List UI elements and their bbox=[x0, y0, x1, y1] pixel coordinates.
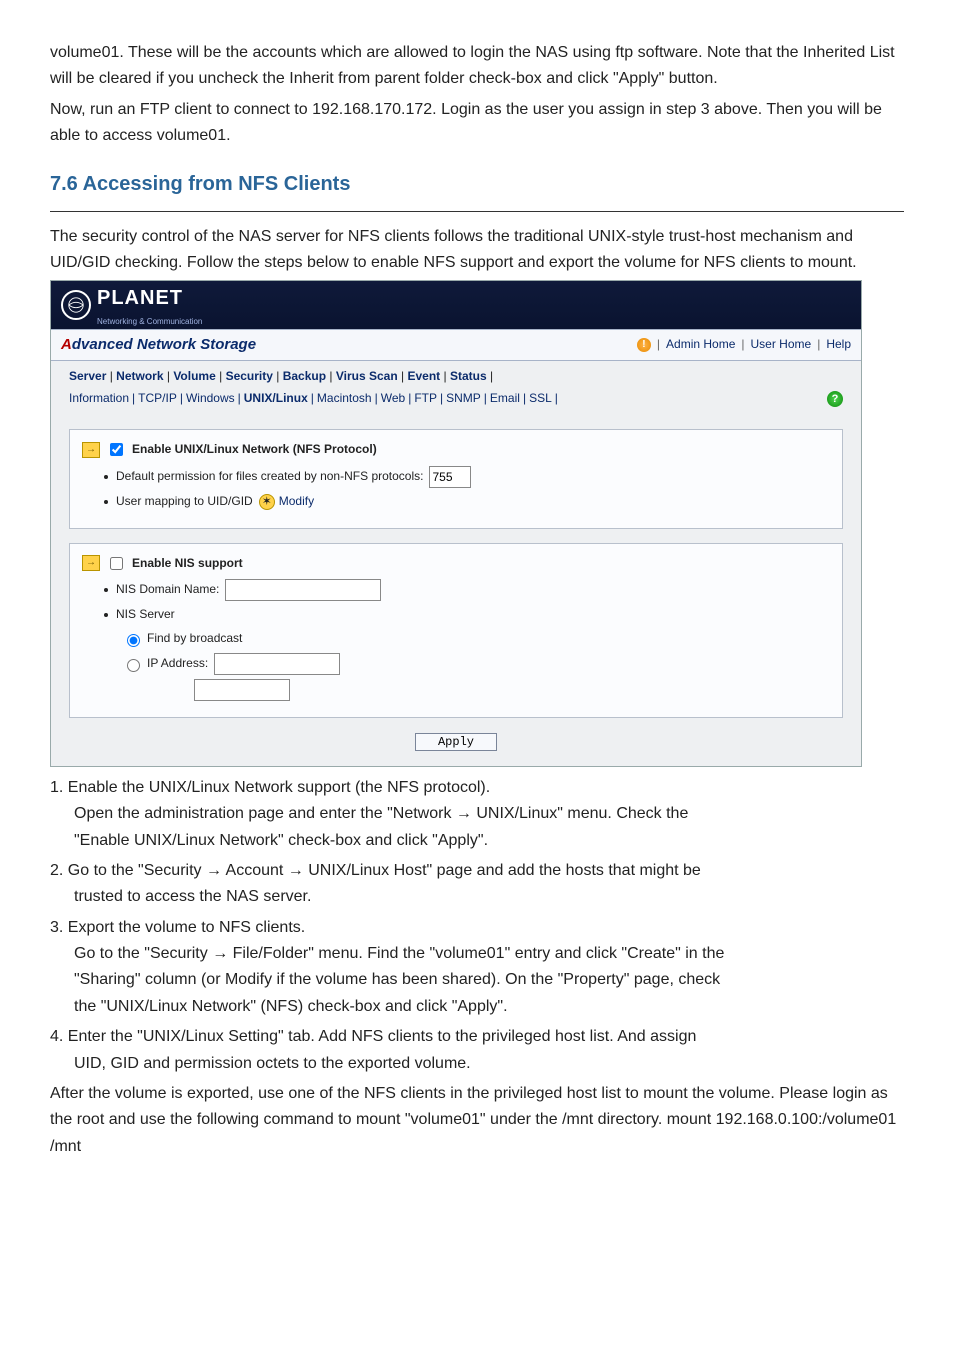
step-2-heading: 2. Go to the "Security → Account → UNIX/… bbox=[50, 862, 701, 879]
logo-icon bbox=[61, 290, 91, 320]
app-screenshot: PLANET Networking & Communication Advanc… bbox=[50, 280, 862, 766]
step-1-line-a: Open the administration page and enter t… bbox=[50, 801, 904, 827]
step-3-line-a: Go to the "Security → File/Folder" menu.… bbox=[50, 941, 904, 967]
step-3-line-b: "Sharing" column (or Modify if the volum… bbox=[50, 967, 904, 993]
label-ip-address: IP Address: bbox=[147, 654, 208, 674]
bullet-icon bbox=[104, 475, 108, 479]
subtab-web[interactable]: Web bbox=[381, 389, 405, 409]
subtab-tcpip[interactable]: TCP/IP bbox=[138, 389, 177, 409]
gear-icon: ✶ bbox=[259, 494, 275, 510]
link-admin-home[interactable]: Admin Home bbox=[666, 335, 735, 355]
separator: | bbox=[817, 335, 820, 355]
step-1-line-b: "Enable UNIX/Linux Network" check-box an… bbox=[50, 828, 904, 854]
separator: | bbox=[741, 335, 744, 355]
section-heading: 7.6 Accessing from NFS Clients bbox=[50, 168, 904, 205]
input-ip-address[interactable] bbox=[214, 653, 340, 675]
input-nis-domain[interactable] bbox=[225, 579, 381, 601]
subtab-ftp[interactable]: FTP bbox=[414, 389, 437, 409]
intro-paragraph-1: volume01. These will be the accounts whi… bbox=[50, 40, 904, 93]
label-default-permission: Default permission for files created by … bbox=[116, 467, 423, 487]
checkbox-enable-nis[interactable] bbox=[110, 557, 123, 570]
app-title: Advanced Network Storage bbox=[61, 333, 256, 358]
step-1-heading: 1. Enable the UNIX/Linux Network support… bbox=[50, 779, 490, 796]
link-user-home[interactable]: User Home bbox=[751, 335, 812, 355]
intro-paragraph-2: Now, run an FTP client to connect to 192… bbox=[50, 97, 904, 150]
tab-network[interactable]: Network bbox=[116, 369, 163, 383]
nav-tabs: Server | Network | Volume | Security | B… bbox=[51, 361, 861, 411]
apply-button[interactable]: Apply bbox=[415, 733, 497, 751]
tab-virus-scan[interactable]: Virus Scan bbox=[336, 369, 398, 383]
tab-volume[interactable]: Volume bbox=[173, 369, 215, 383]
brand-text: PLANET bbox=[97, 287, 183, 309]
label-uid-gid-mapping: User mapping to UID/GID bbox=[116, 492, 253, 512]
subtab-snmp[interactable]: SNMP bbox=[446, 389, 481, 409]
subtab-ssl[interactable]: SSL bbox=[529, 389, 552, 409]
step-3-line-c: the "UNIX/Linux Network" (NFS) check-box… bbox=[50, 994, 904, 1020]
panel-nis-title: Enable NIS support bbox=[132, 554, 243, 574]
step-4-line-a: UID, GID and permission octets to the ex… bbox=[50, 1051, 904, 1077]
subtab-information[interactable]: Information bbox=[69, 389, 129, 409]
bullet-icon bbox=[104, 613, 108, 617]
panel-nis: → Enable NIS support NIS Domain Name: NI… bbox=[69, 543, 843, 718]
input-ip-address-extra[interactable] bbox=[194, 679, 290, 701]
nav-secondary: Information| TCP/IP| Windows| UNIX/Linux… bbox=[69, 389, 843, 409]
subtab-windows[interactable]: Windows bbox=[186, 389, 235, 409]
brand-subtext: Networking & Communication bbox=[97, 315, 202, 328]
separator: | bbox=[657, 335, 660, 355]
subtab-unix-linux[interactable]: UNIX/Linux bbox=[244, 389, 308, 409]
app-title-accent: A bbox=[61, 336, 72, 353]
checkbox-enable-nfs[interactable] bbox=[110, 443, 123, 456]
bullet-icon bbox=[104, 588, 108, 592]
tab-security[interactable]: Security bbox=[226, 369, 273, 383]
subtab-email[interactable]: Email bbox=[490, 389, 520, 409]
tab-server[interactable]: Server bbox=[69, 369, 106, 383]
step-3-heading: 3. Export the volume to NFS clients. bbox=[50, 919, 305, 936]
input-default-permission[interactable] bbox=[429, 466, 471, 488]
context-help-icon[interactable]: ? bbox=[827, 391, 843, 407]
tab-backup[interactable]: Backup bbox=[283, 369, 326, 383]
panel-nfs-title: Enable UNIX/Linux Network (NFS Protocol) bbox=[132, 440, 377, 460]
arrow-icon: → bbox=[82, 442, 100, 458]
section-intro: The security control of the NAS server f… bbox=[50, 224, 904, 277]
nav-primary: Server | Network | Volume | Security | B… bbox=[69, 367, 843, 387]
bullet-icon bbox=[104, 500, 108, 504]
link-help[interactable]: Help bbox=[826, 335, 851, 355]
label-nis-server: NIS Server bbox=[116, 605, 175, 625]
form-area: → Enable UNIX/Linux Network (NFS Protoco… bbox=[51, 411, 861, 766]
steps-list: 1. Enable the UNIX/Linux Network support… bbox=[50, 775, 904, 1077]
section-rule bbox=[50, 211, 904, 212]
link-modify-mapping[interactable]: Modify bbox=[279, 492, 314, 512]
step-4-heading: 4. Enter the "UNIX/Linux Setting" tab. A… bbox=[50, 1028, 696, 1045]
tab-event[interactable]: Event bbox=[407, 369, 440, 383]
radio-find-broadcast[interactable] bbox=[127, 634, 140, 647]
subtab-macintosh[interactable]: Macintosh bbox=[317, 389, 372, 409]
tab-status[interactable]: Status bbox=[450, 369, 487, 383]
label-nis-domain: NIS Domain Name: bbox=[116, 580, 219, 600]
label-find-broadcast: Find by broadcast bbox=[147, 629, 242, 649]
panel-nfs: → Enable UNIX/Linux Network (NFS Protoco… bbox=[69, 429, 843, 529]
step-2-line-a: trusted to access the NAS server. bbox=[50, 884, 904, 910]
app-titlebar: Advanced Network Storage ! | Admin Home … bbox=[51, 329, 861, 361]
alert-icon[interactable]: ! bbox=[637, 338, 651, 352]
radio-ip-address[interactable] bbox=[127, 659, 140, 672]
app-title-rest: dvanced Network Storage bbox=[72, 336, 256, 353]
app-header: PLANET Networking & Communication bbox=[51, 281, 861, 329]
arrow-icon: → bbox=[82, 555, 100, 571]
closing-paragraph: After the volume is exported, use one of… bbox=[50, 1081, 904, 1160]
